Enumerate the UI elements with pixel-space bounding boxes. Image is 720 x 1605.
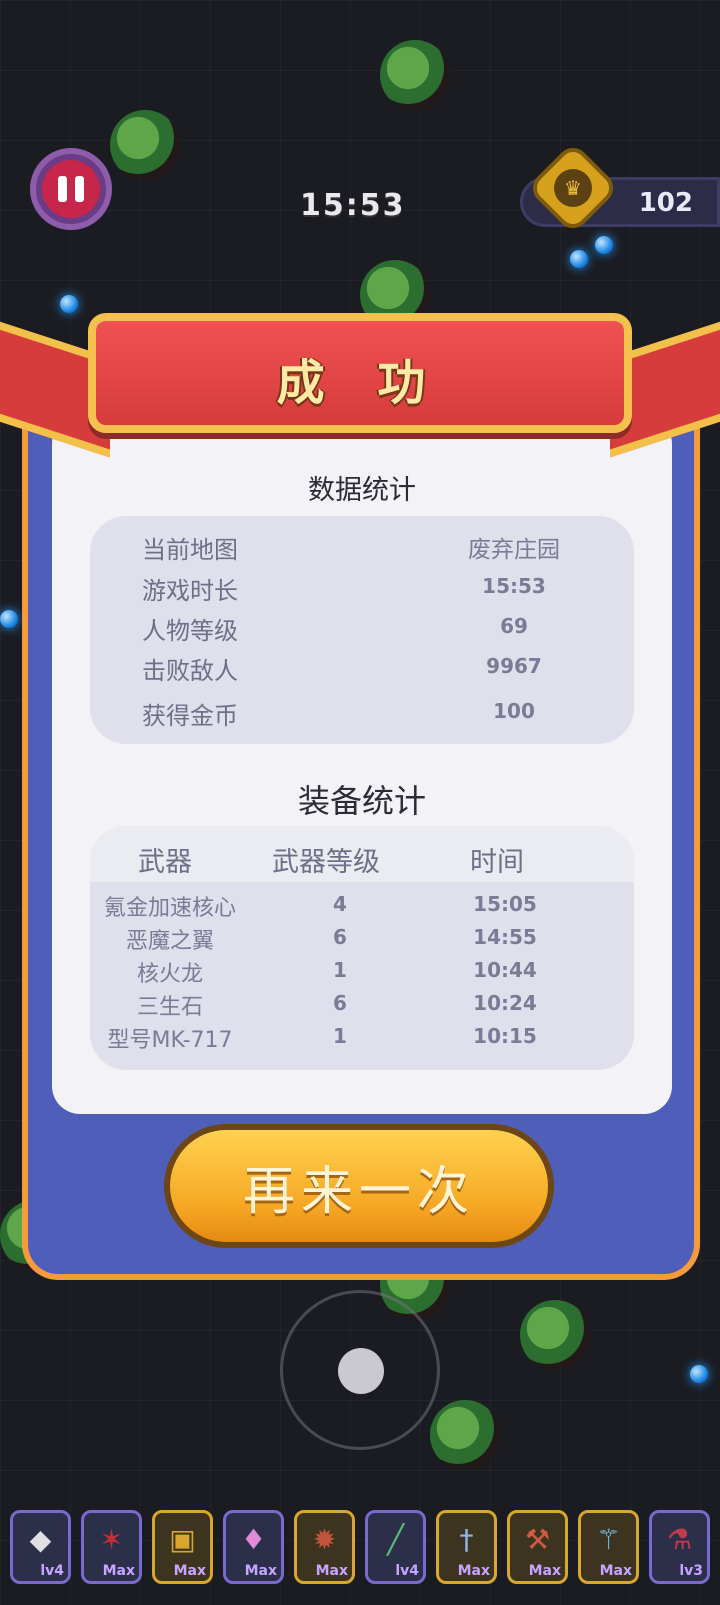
table-row: 三生石 6 10:24 [136,991,537,1020]
zombie-enemy [520,1300,590,1370]
rifle-icon: ╱ [387,1523,404,1556]
skill-slot[interactable]: ◆ lv4 [10,1510,71,1584]
pause-button[interactable] [30,148,112,230]
skill-slot[interactable]: † Max [436,1510,497,1584]
stat-row: 击败敌人 9967 [142,654,542,685]
result-title: 成 功 [276,355,444,411]
game-scene: 15:53 102 ♛ 数据统计 当前地图 废弃庄园 游戏时长 15:53 人物… [0,0,720,1605]
chest-icon: ▣ [169,1523,196,1556]
zombie-enemy [110,110,180,180]
bat-icon: ✶ [99,1523,124,1556]
skill-slot[interactable]: ✶ Max [81,1510,142,1584]
skill-slot[interactable]: ✹ Max [294,1510,355,1584]
skill-slot[interactable]: ♦ Max [223,1510,284,1584]
skill-slot[interactable]: ⚒ Max [507,1510,568,1584]
coin-value: 102 [638,188,693,218]
sword-icon: † [459,1523,474,1556]
skill-slot[interactable]: ╱ lv4 [365,1510,426,1584]
stats-title: 数据统计 [308,475,416,506]
result-panel: 数据统计 当前地图 废弃庄园 游戏时长 15:53 人物等级 69 击败敌人 9… [22,390,700,1280]
dragon-icon: ✹ [312,1523,337,1556]
potion-icon: ⚗ [666,1523,693,1556]
equipment-table: 武器 武器等级 时间 氪金加速核心 4 15:05 恶魔之翼 6 14:55 核… [90,826,634,1070]
table-row: 恶魔之翼 6 14:55 [125,925,537,954]
equipment-title: 装备统计 [297,782,426,820]
game-timer: 15:53 [300,188,406,223]
stat-row: 获得金币 100 [142,699,535,730]
skill-slot[interactable]: ⚗ lv3 [649,1510,710,1584]
skill-bar: ◆ lv4 ✶ Max ▣ Max ♦ Max ✹ Max ╱ lv4 † Max ⚒ Max … [10,1510,710,1586]
skill-slot[interactable]: ▣ Max [152,1510,213,1584]
skill-slot[interactable]: ⚚ Max [578,1510,639,1584]
retry-button[interactable]: 再来一次 [164,1124,554,1248]
pause-icon [42,160,100,218]
table-row: 型号MK-717 1 10:15 [107,1024,537,1053]
exp-orb [690,1365,708,1383]
equipment-header: 武器 武器等级 时间 [90,826,634,882]
stat-row: 游戏时长 15:53 [142,574,546,605]
exp-orb [570,250,588,268]
success-banner: 成 功 [88,313,632,433]
retry-label: 再来一次 [170,1130,548,1242]
virtual-joystick[interactable] [280,1290,440,1450]
staff-icon: ⚚ [595,1523,622,1556]
exp-orb [595,236,613,254]
stats-card: 数据统计 当前地图 废弃庄园 游戏时长 15:53 人物等级 69 击败敌人 9… [52,416,672,1114]
zombie-enemy [430,1400,500,1470]
crystal-icon: ◆ [29,1523,52,1556]
axe-icon: ⚒ [524,1523,551,1556]
pink-crystal-icon: ♦ [240,1523,267,1556]
stat-row: 人物等级 69 [142,614,528,645]
joystick-knob[interactable] [338,1348,384,1394]
stats-table: 当前地图 废弃庄园 游戏时长 15:53 人物等级 69 击败敌人 9967 获… [90,516,634,744]
table-row: 氪金加速核心 4 15:05 [103,892,537,921]
stat-row: 当前地图 废弃庄园 [142,536,560,564]
exp-orb [0,610,18,628]
zombie-enemy [380,40,450,110]
exp-orb [60,295,78,313]
table-row: 核火龙 1 10:44 [136,958,537,987]
